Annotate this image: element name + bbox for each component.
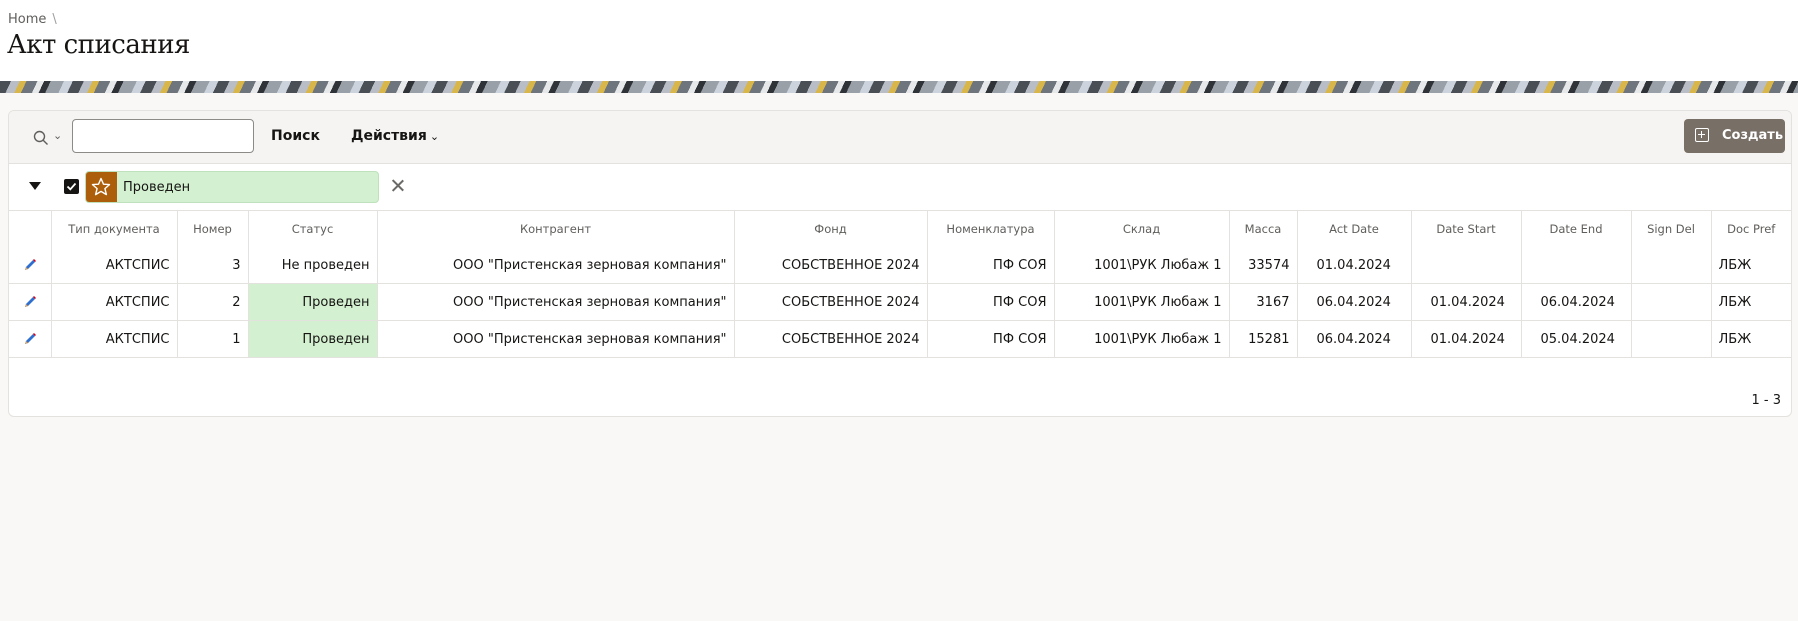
column-header-mass[interactable]: Масса <box>1229 210 1298 247</box>
pagination-label: 1 - 3 <box>1751 393 1782 408</box>
add-icon <box>1695 128 1709 142</box>
cell-nomenclature: ПФ СОЯ <box>927 247 1055 284</box>
column-header-nomenclature[interactable]: Номенклатура <box>927 210 1055 247</box>
cell-number: 3 <box>177 247 249 284</box>
cell-mass: 3167 <box>1229 283 1298 321</box>
collapse-triangle-icon[interactable] <box>29 182 41 190</box>
filter-chip[interactable]: Проведен <box>85 171 379 203</box>
edit-link[interactable] <box>9 320 52 358</box>
report-toolbar: ⌄ Поиск Действия ⌄ Создать <box>9 111 1791 164</box>
decorative-banner <box>0 81 1798 93</box>
cell-date-end <box>1521 247 1632 284</box>
interactive-report: ⌄ Поиск Действия ⌄ Создать Проведен Тип … <box>8 110 1792 417</box>
column-header-doc-type[interactable]: Тип документа <box>51 210 178 247</box>
column-header-date-end[interactable]: Date End <box>1521 210 1632 247</box>
search-icon <box>33 130 48 145</box>
page-title: Акт списания <box>7 30 190 60</box>
column-header-date-start[interactable]: Date Start <box>1411 210 1522 247</box>
search-input[interactable] <box>72 119 254 153</box>
cell-date-start <box>1411 247 1522 284</box>
cell-counterparty: ООО "Пристенская зерновая компания" <box>377 247 735 284</box>
column-header-counterparty[interactable]: Контрагент <box>377 210 735 247</box>
actions-label: Действия <box>351 128 427 144</box>
pencil-icon <box>24 259 36 270</box>
page-header: Home \ Акт списания <box>0 0 1798 81</box>
cell-warehouse: 1001\РУК Любаж 1 <box>1054 247 1230 284</box>
filter-label: Проведен <box>123 180 191 195</box>
column-header-fund[interactable]: Фонд <box>734 210 928 247</box>
cell-status: Не проведен <box>248 247 378 284</box>
cell-number: 1 <box>177 320 249 358</box>
cell-mass: 15281 <box>1229 320 1298 358</box>
pencil-icon <box>24 296 36 307</box>
cell-doc-pref: ЛБЖ <box>1711 247 1791 284</box>
cell-act-date: 01.04.2024 <box>1297 247 1412 284</box>
report-table: Тип документа Номер Статус Контрагент Фо… <box>9 210 1791 358</box>
cell-doc-pref: ЛБЖ <box>1711 320 1791 358</box>
cell-nomenclature: ПФ СОЯ <box>927 320 1055 358</box>
cell-doc-pref: ЛБЖ <box>1711 283 1791 321</box>
chevron-down-icon: ⌄ <box>53 129 63 142</box>
filter-bar: Проведен <box>9 164 1791 211</box>
cell-mass: 33574 <box>1229 247 1298 284</box>
cell-sign-del <box>1631 320 1712 358</box>
column-header-sign-del[interactable]: Sign Del <box>1631 210 1712 247</box>
chevron-down-icon: ⌄ <box>429 130 440 143</box>
pencil-icon <box>24 333 36 344</box>
check-icon <box>66 182 77 191</box>
cell-warehouse: 1001\РУК Любаж 1 <box>1054 320 1230 358</box>
table-row: АКТСПИС 3 Не проведен ООО "Пристенская з… <box>9 247 1791 284</box>
create-label: Создать <box>1722 128 1784 143</box>
cell-sign-del <box>1631 283 1712 321</box>
breadcrumb-home-link[interactable]: Home <box>8 12 46 27</box>
edit-link[interactable] <box>9 247 52 284</box>
search-go-button[interactable]: Поиск <box>271 128 320 144</box>
column-header-warehouse[interactable]: Склад <box>1054 210 1230 247</box>
cell-doc-type: АКТСПИС <box>51 320 178 358</box>
column-header-number[interactable]: Номер <box>177 210 249 247</box>
actions-menu-button[interactable]: Действия ⌄ <box>351 128 439 144</box>
cell-fund: СОБСТВЕННОЕ 2024 <box>734 320 928 358</box>
cell-status: Проведен <box>248 320 378 358</box>
cell-act-date: 06.04.2024 <box>1297 320 1412 358</box>
create-button[interactable]: Создать <box>1684 119 1785 153</box>
cell-fund: СОБСТВЕННОЕ 2024 <box>734 247 928 284</box>
star-icon <box>86 172 117 202</box>
filter-enable-checkbox[interactable] <box>64 179 79 194</box>
cell-doc-type: АКТСПИС <box>51 283 178 321</box>
remove-filter-icon[interactable] <box>389 177 407 195</box>
table-header-row: Тип документа Номер Статус Контрагент Фо… <box>9 210 1791 247</box>
table-row: АКТСПИС 1 Проведен ООО "Пристенская зерн… <box>9 320 1791 358</box>
cell-nomenclature: ПФ СОЯ <box>927 283 1055 321</box>
table-row: АКТСПИС 2 Проведен ООО "Пристенская зерн… <box>9 283 1791 321</box>
column-header-status[interactable]: Статус <box>248 210 378 247</box>
cell-status: Проведен <box>248 283 378 321</box>
cell-number: 2 <box>177 283 249 321</box>
cell-date-start: 01.04.2024 <box>1411 320 1522 358</box>
cell-act-date: 06.04.2024 <box>1297 283 1412 321</box>
column-header-edit <box>9 210 52 247</box>
breadcrumb: Home \ <box>8 12 57 27</box>
cell-doc-type: АКТСПИС <box>51 247 178 284</box>
cell-warehouse: 1001\РУК Любаж 1 <box>1054 283 1230 321</box>
column-header-doc-pref[interactable]: Doc Pref <box>1711 210 1791 247</box>
cell-counterparty: ООО "Пристенская зерновая компания" <box>377 283 735 321</box>
cell-counterparty: ООО "Пристенская зерновая компания" <box>377 320 735 358</box>
breadcrumb-separator: \ <box>52 12 57 27</box>
cell-fund: СОБСТВЕННОЕ 2024 <box>734 283 928 321</box>
column-header-act-date[interactable]: Act Date <box>1297 210 1412 247</box>
cell-sign-del <box>1631 247 1712 284</box>
edit-link[interactable] <box>9 283 52 321</box>
cell-date-end: 06.04.2024 <box>1521 283 1632 321</box>
cell-date-end: 05.04.2024 <box>1521 320 1632 358</box>
cell-date-start: 01.04.2024 <box>1411 283 1522 321</box>
search-column-button[interactable]: ⌄ <box>25 125 65 151</box>
